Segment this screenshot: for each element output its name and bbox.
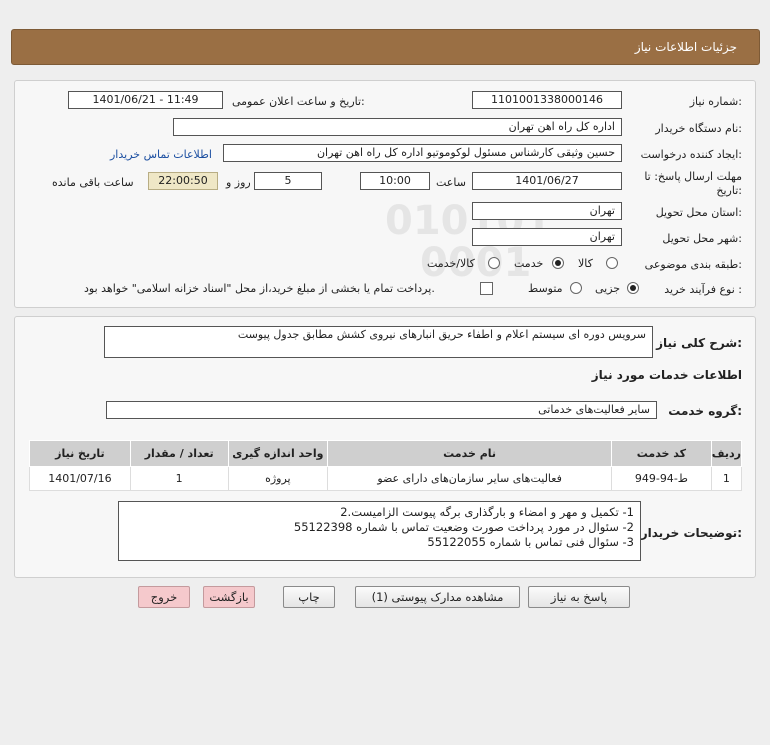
category-label: طبقه بندی موضوعی:	[644, 258, 742, 271]
deadline-date-field: 1401/06/27	[472, 172, 622, 190]
buyer-org-label: نام دستگاه خریدار:	[655, 122, 742, 135]
reply-button[interactable]: پاسخ به نیاز	[528, 586, 630, 608]
service-group-field: سایر فعالیت‌های خدماتی	[106, 401, 657, 419]
city-label: شهر محل تحویل:	[662, 232, 742, 245]
table-row: 1 ط-94-949 فعالیت‌های سایر سازمان‌های دا…	[29, 466, 743, 491]
cell-service-code: ط-94-949	[611, 466, 712, 491]
print-button[interactable]: چاپ	[283, 586, 335, 608]
col-row: ردیف	[710, 440, 743, 467]
requester-label: ایجاد کننده درخواست:	[640, 148, 742, 161]
category-radio-goods-service[interactable]	[488, 257, 500, 269]
buyer-notes-box: 1- تکمیل و مهر و امضاء و بارگذاری برگه پ…	[118, 501, 641, 561]
contact-link[interactable]: اطلاعات تماس خریدار	[110, 148, 212, 161]
page-title: جزئیات اطلاعات نیاز	[634, 40, 737, 54]
remaining-time-field: 22:00:50	[148, 172, 218, 190]
buyer-note-line: 3- سئوال فنی تماس با شماره 55122055	[427, 535, 634, 549]
buyer-note-line: 1- تکمیل و مهر و امضاء و بارگذاری برگه پ…	[340, 505, 634, 519]
process-label: نوع فرآیند خرید :	[664, 283, 742, 296]
category-radio-goods[interactable]	[606, 257, 618, 269]
treasury-checkbox[interactable]	[480, 282, 493, 295]
time-label: ساعت	[436, 176, 466, 189]
requester-field: حسین وثیقی کارشناس مسئول لوکوموتیو اداره…	[223, 144, 622, 162]
cell-need-date: 1401/07/16	[29, 466, 131, 491]
view-documents-button[interactable]: مشاهده مدارک پیوستی (1)	[355, 586, 520, 608]
buyer-note-line: 2- سئوال در مورد پرداخت صورت وضعیت تماس …	[293, 520, 634, 534]
col-service-code: کد خدمت	[611, 440, 712, 467]
category-option-goods-service: کالا/خدمت	[427, 257, 475, 270]
process-option-minor: جزیی	[595, 282, 621, 295]
need-info-panel	[14, 80, 756, 308]
col-quantity: تعداد / مقدار	[129, 440, 229, 467]
days-label: روز و	[226, 176, 251, 189]
services-title: اطلاعات خدمات مورد نیاز	[591, 368, 742, 382]
buyer-notes-label: توضیحات خریدار:	[640, 526, 742, 540]
process-radio-medium[interactable]	[570, 282, 582, 294]
table-header-row: ردیف کد خدمت نام خدمت واحد اندازه گیری ت…	[29, 440, 743, 467]
remaining-label: ساعت باقی مانده	[52, 176, 134, 189]
exit-button[interactable]: خروج	[138, 586, 190, 608]
category-option-service: خدمت	[514, 257, 544, 270]
summary-field: سرویس دوره ای سیستم اعلام و اطفاء حریق ا…	[104, 326, 653, 358]
category-option-goods: کالا	[578, 257, 593, 270]
cell-row: 1	[710, 466, 743, 491]
deadline-label-2: تاریخ:	[716, 184, 742, 197]
deadline-label-1: مهلت ارسال پاسخ: تا	[644, 170, 742, 183]
buyer-org-field: اداره کل راه اهن تهران	[173, 118, 622, 136]
col-need-date: تاریخ نیاز	[29, 440, 131, 467]
city-field: تهران	[472, 228, 622, 246]
category-radio-service[interactable]	[552, 257, 564, 269]
process-option-medium: متوسط	[528, 282, 563, 295]
back-button[interactable]: بازگشت	[203, 586, 255, 608]
province-field: تهران	[472, 202, 622, 220]
announce-field: 1401/06/21 - 11:49	[68, 91, 223, 109]
payment-note: پرداخت تمام یا بخشی از مبلغ خرید،از محل …	[84, 282, 435, 295]
col-service-name: نام خدمت	[327, 440, 613, 467]
service-group-label: گروه خدمت:	[668, 404, 742, 418]
province-label: استان محل تحویل:	[655, 206, 742, 219]
col-unit: واحد اندازه گیری	[227, 440, 329, 467]
days-field: 5	[254, 172, 322, 190]
page-header: جزئیات اطلاعات نیاز	[11, 29, 760, 65]
cell-service-name: فعالیت‌های سایر سازمان‌های دارای عضو	[327, 466, 613, 491]
announce-label: تاریخ و ساعت اعلان عمومی:	[232, 95, 365, 108]
need-number-label: شماره نیاز:	[689, 95, 742, 108]
summary-label: شرح کلی نیاز:	[656, 336, 742, 350]
services-table: ردیف کد خدمت نام خدمت واحد اندازه گیری ت…	[29, 440, 743, 491]
deadline-time-field: 10:00	[360, 172, 430, 190]
process-radio-minor[interactable]	[627, 282, 639, 294]
cell-quantity: 1	[129, 466, 229, 491]
need-number-field: 1101001338000146	[472, 91, 622, 109]
cell-unit: پروژه	[227, 466, 329, 491]
